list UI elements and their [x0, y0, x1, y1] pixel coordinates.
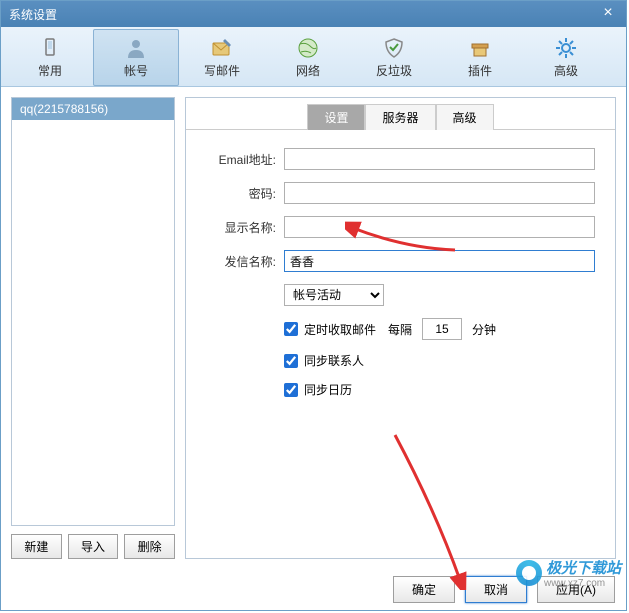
- account-list-item[interactable]: qq(2215788156): [12, 98, 174, 120]
- display-label: 显示名称:: [206, 219, 276, 236]
- plugin-icon: [468, 36, 492, 60]
- sync-contacts-row: 同步联系人: [206, 352, 595, 369]
- sender-row: 发信名称:: [206, 250, 595, 272]
- apply-button[interactable]: 应用(A): [537, 576, 615, 603]
- tab-account[interactable]: 帐号: [93, 29, 179, 86]
- toolbar: 常用 帐号 写邮件 网络 反垃圾 插件 高级: [1, 27, 626, 87]
- phone-icon: [38, 36, 62, 60]
- gear-icon: [554, 36, 578, 60]
- compose-icon: [210, 36, 234, 60]
- display-row: 显示名称:: [206, 216, 595, 238]
- subtab-settings[interactable]: 设置: [307, 104, 365, 130]
- tab-advanced[interactable]: 高级: [523, 29, 609, 86]
- tab-compose-label: 写邮件: [204, 62, 240, 79]
- tab-network[interactable]: 网络: [265, 29, 351, 86]
- sync-contacts-label: 同步联系人: [304, 352, 364, 369]
- interval-field[interactable]: [422, 318, 462, 340]
- status-select[interactable]: 帐号活动: [284, 284, 384, 306]
- tab-plugin-label: 插件: [468, 62, 492, 79]
- tab-plugin[interactable]: 插件: [437, 29, 523, 86]
- subtab-advanced[interactable]: 高级: [436, 104, 494, 130]
- tab-antispam-label: 反垃圾: [376, 62, 412, 79]
- ok-button[interactable]: 确定: [393, 576, 455, 603]
- account-list[interactable]: qq(2215788156): [11, 97, 175, 526]
- scheduled-suffix: 分钟: [472, 321, 496, 338]
- scheduled-checkbox[interactable]: [284, 322, 298, 336]
- email-field[interactable]: [284, 148, 595, 170]
- globe-icon: [296, 36, 320, 60]
- new-button[interactable]: 新建: [11, 534, 62, 559]
- scheduled-prefix: 每隔: [388, 321, 412, 338]
- email-label: Email地址:: [206, 151, 276, 168]
- right-pane: 设置 服务器 高级 Email地址: 密码: 显示名称: 发信名称: [185, 97, 616, 559]
- tab-compose[interactable]: 写邮件: [179, 29, 265, 86]
- tab-antispam[interactable]: 反垃圾: [351, 29, 437, 86]
- tab-network-label: 网络: [296, 62, 320, 79]
- footer-buttons: 确定 取消 应用(A): [393, 576, 615, 603]
- sub-tabs: 设置 服务器 高级: [186, 104, 615, 130]
- password-row: 密码:: [206, 182, 595, 204]
- import-button[interactable]: 导入: [68, 534, 119, 559]
- status-row: 帐号活动: [206, 284, 595, 306]
- settings-window: 系统设置 × 常用 帐号 写邮件 网络 反垃圾 插件 高级: [0, 0, 627, 611]
- email-row: Email地址:: [206, 148, 595, 170]
- tab-account-label: 帐号: [124, 62, 148, 79]
- content-area: qq(2215788156) 新建 导入 删除 设置 服务器 高级 Email地…: [1, 87, 626, 569]
- account-form: Email地址: 密码: 显示名称: 发信名称: 帐号活动: [186, 130, 615, 428]
- sender-field[interactable]: [284, 250, 595, 272]
- sync-calendar-row: 同步日历: [206, 381, 595, 398]
- scheduled-row: 定时收取邮件 每隔 分钟: [206, 318, 595, 340]
- window-title: 系统设置: [9, 6, 598, 23]
- scheduled-label: 定时收取邮件: [304, 321, 376, 338]
- titlebar: 系统设置 ×: [1, 1, 626, 27]
- tab-advanced-label: 高级: [554, 62, 578, 79]
- close-icon[interactable]: ×: [598, 4, 618, 24]
- account-buttons: 新建 导入 删除: [11, 534, 175, 559]
- sync-calendar-checkbox[interactable]: [284, 383, 298, 397]
- sync-contacts-checkbox[interactable]: [284, 354, 298, 368]
- display-field[interactable]: [284, 216, 595, 238]
- cancel-button[interactable]: 取消: [465, 576, 527, 603]
- password-label: 密码:: [206, 185, 276, 202]
- subtab-server[interactable]: 服务器: [365, 104, 435, 130]
- sync-calendar-label: 同步日历: [304, 381, 352, 398]
- password-field[interactable]: [284, 182, 595, 204]
- shield-icon: [382, 36, 406, 60]
- delete-button[interactable]: 删除: [124, 534, 175, 559]
- sender-label: 发信名称:: [206, 253, 276, 270]
- tab-common[interactable]: 常用: [7, 29, 93, 86]
- user-icon: [124, 36, 148, 60]
- tab-common-label: 常用: [38, 62, 62, 79]
- left-pane: qq(2215788156) 新建 导入 删除: [11, 97, 175, 559]
